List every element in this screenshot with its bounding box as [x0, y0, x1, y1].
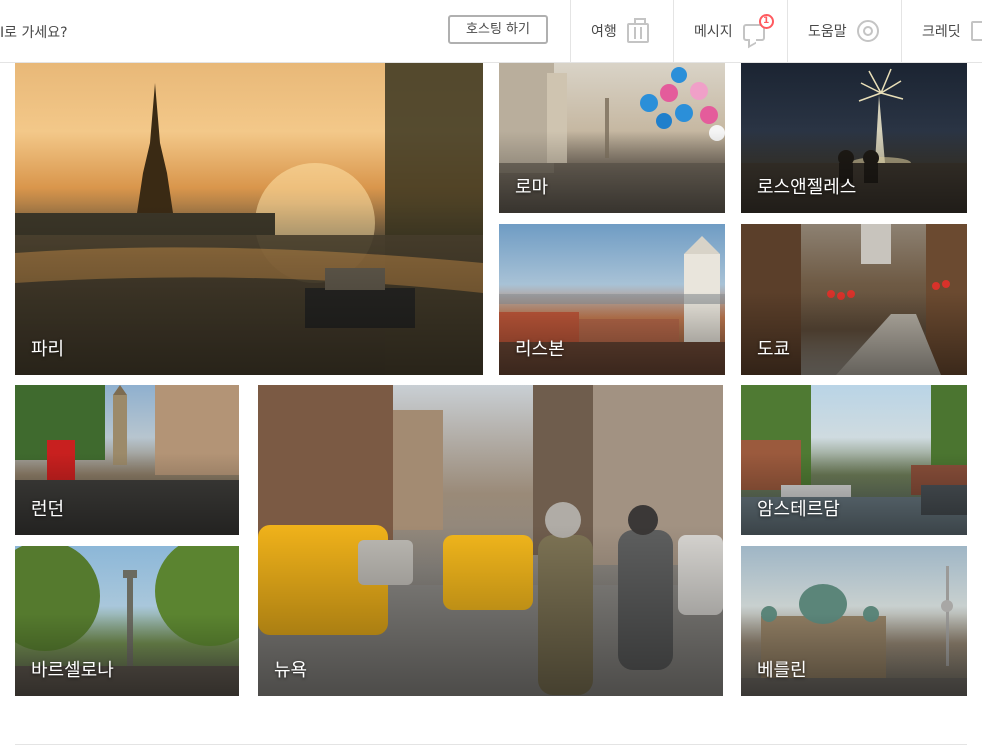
city-name: 런던: [31, 499, 65, 520]
label-shade: [741, 291, 967, 375]
city-card-berlin[interactable]: 베를린: [741, 546, 967, 696]
nav-credit[interactable]: 크레딧: [901, 0, 982, 62]
city-card-lisbon[interactable]: 리스본: [499, 224, 725, 375]
host-button[interactable]: 호스팅 하기: [448, 15, 548, 44]
city-card-london[interactable]: 런던: [15, 385, 239, 535]
gift-icon: [970, 21, 982, 41]
top-navigation-bar: I로 가세요? 호스팅 하기 여행 메시지 1 도움말 크레딧: [0, 0, 982, 63]
suitcase-icon: [626, 17, 649, 43]
label-shade: [741, 130, 967, 213]
chat-icon: 1: [742, 13, 774, 41]
lifebuoy-icon: [856, 20, 879, 42]
city-card-barcelona[interactable]: 바르셀로나: [15, 546, 239, 696]
section-divider: [15, 744, 967, 745]
city-card-rome[interactable]: 로마: [499, 63, 725, 213]
city-name: 뉴욕: [274, 660, 308, 681]
label-shade: [741, 452, 967, 535]
label-shade: [15, 613, 239, 696]
label-shade: [258, 524, 723, 696]
message-count-badge: 1: [758, 13, 774, 29]
label-shade: [15, 452, 239, 535]
search-prompt[interactable]: I로 가세요?: [0, 22, 68, 42]
label-shade: [499, 291, 725, 375]
nav-messages[interactable]: 메시지 1: [673, 0, 787, 62]
city-name: 도쿄: [757, 339, 791, 360]
nav-trips[interactable]: 여행: [570, 0, 673, 62]
nav-messages-label: 메시지: [694, 24, 733, 40]
city-name: 베를린: [757, 660, 807, 681]
city-card-paris[interactable]: 파리: [15, 63, 483, 375]
city-name: 암스테르담: [757, 499, 840, 520]
nav-credit-label: 크레딧: [922, 24, 961, 40]
label-shade: [499, 130, 725, 213]
city-name: 파리: [31, 339, 65, 360]
city-name: 로마: [515, 177, 549, 198]
city-card-tokyo[interactable]: 도쿄: [741, 224, 967, 375]
city-card-new-york[interactable]: 뉴욕: [258, 385, 723, 696]
city-card-los-angeles[interactable]: 로스앤젤레스: [741, 63, 967, 213]
nav-help[interactable]: 도움말: [787, 0, 901, 62]
label-shade: [741, 613, 967, 696]
city-name: 바르셀로나: [31, 660, 114, 681]
label-shade: [15, 203, 483, 375]
nav-trips-label: 여행: [591, 24, 617, 40]
city-name: 로스앤젤레스: [757, 177, 857, 198]
city-card-amsterdam[interactable]: 암스테르담: [741, 385, 967, 535]
city-name: 리스본: [515, 339, 565, 360]
nav-help-label: 도움말: [808, 24, 847, 40]
